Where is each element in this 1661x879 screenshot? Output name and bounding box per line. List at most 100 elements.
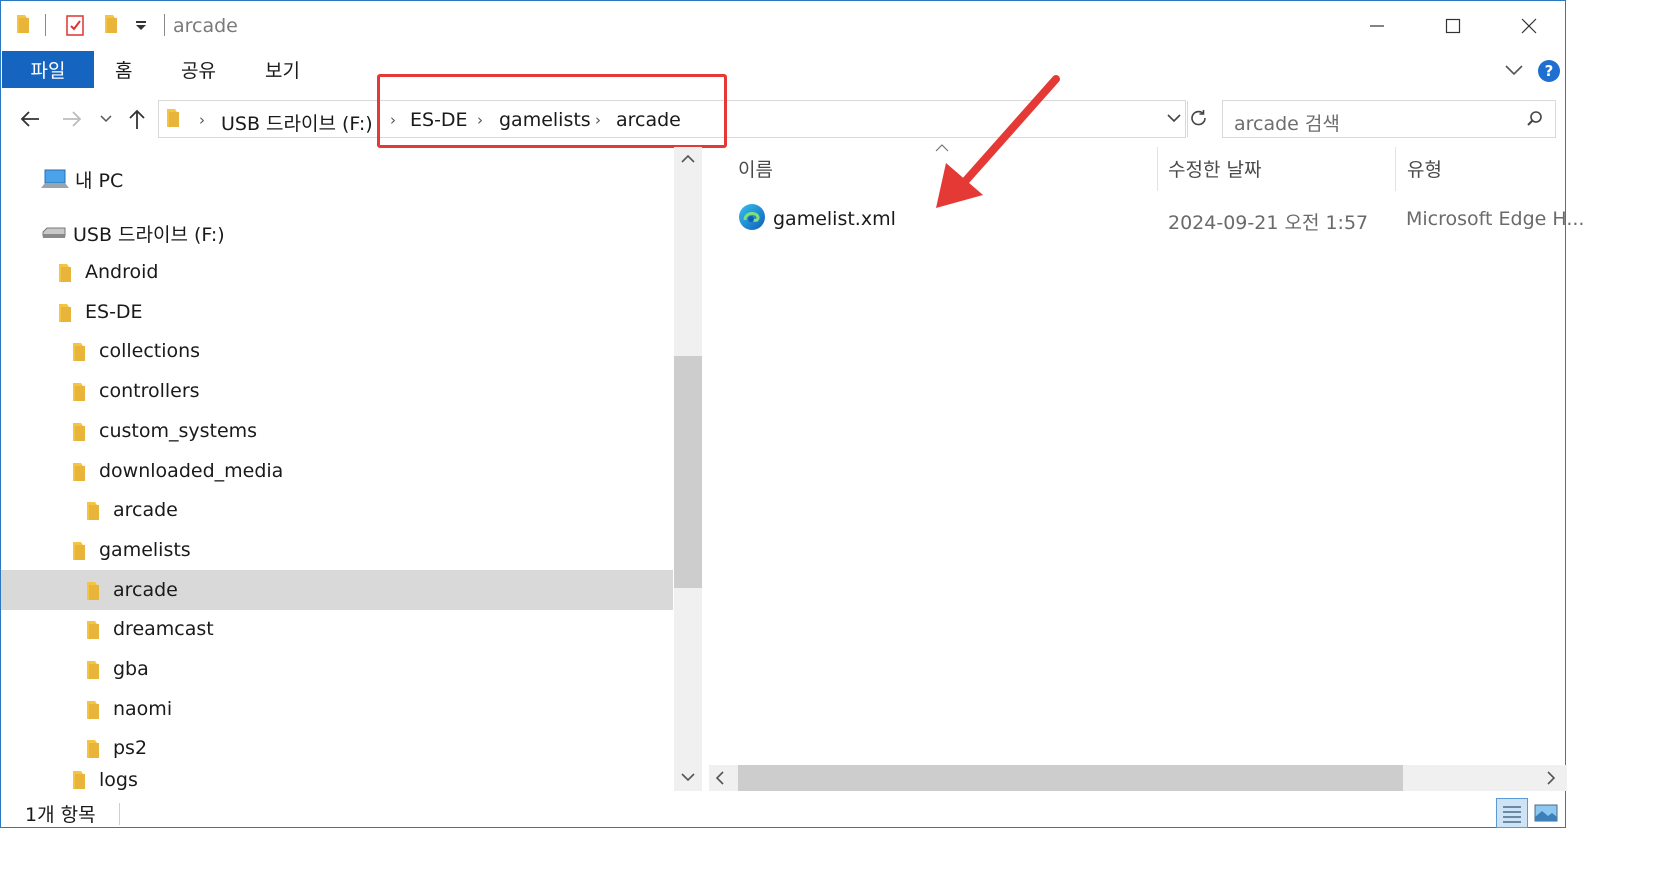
large-icons-view-button[interactable] xyxy=(1532,800,1560,826)
nav-label: ps2 xyxy=(113,737,148,759)
title-bar: arcade xyxy=(1,1,1567,51)
annotation-highlight-box xyxy=(377,74,727,148)
svg-text:?: ? xyxy=(1545,62,1554,80)
folder-icon xyxy=(73,342,85,361)
folder-icon xyxy=(87,660,99,679)
nav-label: 내 PC xyxy=(75,169,124,192)
nav-folder-arcade[interactable]: arcade xyxy=(1,490,673,530)
maximize-button[interactable] xyxy=(1415,1,1491,51)
nav-folder-logs[interactable]: logs xyxy=(1,768,673,791)
search-icon[interactable] xyxy=(1526,110,1544,128)
minimize-button[interactable] xyxy=(1339,1,1415,51)
folder-icon xyxy=(167,109,179,127)
nav-folder-gba[interactable]: gba xyxy=(1,649,673,689)
nav-label: naomi xyxy=(113,698,173,720)
column-divider[interactable] xyxy=(1395,147,1396,191)
nav-label: gba xyxy=(113,658,149,680)
chevron-left-icon[interactable] xyxy=(715,771,725,785)
large-icons-view-icon xyxy=(1534,804,1558,822)
customize-qat-icon[interactable] xyxy=(134,21,148,31)
nav-folder-collections[interactable]: collections xyxy=(1,331,673,371)
sort-ascending-icon xyxy=(935,144,949,152)
nav-folder-custom-systems[interactable]: custom_systems xyxy=(1,411,673,451)
usb-drive-icon xyxy=(42,227,66,238)
up-icon[interactable] xyxy=(127,108,147,130)
folder-icon xyxy=(59,263,71,282)
back-icon[interactable] xyxy=(19,109,41,129)
column-divider[interactable] xyxy=(1157,147,1158,191)
chevron-up-icon[interactable] xyxy=(681,154,695,164)
tab-home[interactable]: 홈 xyxy=(115,51,132,88)
file-date: 2024-09-21 오전 1:57 xyxy=(1168,212,1369,234)
tab-view[interactable]: 보기 xyxy=(265,51,300,88)
nav-folder-naomi[interactable]: naomi xyxy=(1,689,673,729)
tab-share[interactable]: 공유 xyxy=(181,51,216,88)
folder-icon xyxy=(73,771,85,789)
window-title: arcade xyxy=(173,15,238,37)
nav-folder-downloaded-media[interactable]: downloaded_media xyxy=(1,451,673,491)
column-header-type[interactable]: 유형 xyxy=(1407,155,1442,182)
nav-folder-dreamcast[interactable]: dreamcast xyxy=(1,609,673,649)
expand-ribbon-icon[interactable] xyxy=(1504,63,1524,77)
nav-label: arcade xyxy=(113,579,178,601)
divider xyxy=(1187,101,1188,137)
folder-icon xyxy=(87,581,99,600)
nav-label: dreamcast xyxy=(113,618,214,640)
nav-label: collections xyxy=(99,340,201,362)
address-dropdown-icon[interactable] xyxy=(1167,114,1181,124)
nav-folder-android[interactable]: Android xyxy=(1,252,673,292)
folder-icon xyxy=(17,15,29,33)
maximize-icon xyxy=(1445,18,1461,34)
new-folder-icon[interactable] xyxy=(103,13,119,35)
nav-scroll-thumb[interactable] xyxy=(674,356,702,588)
recent-locations-icon[interactable] xyxy=(100,115,112,123)
divider xyxy=(164,14,165,36)
search-placeholder: arcade 검색 xyxy=(1234,113,1340,135)
nav-folder-es-de[interactable]: ES-DE xyxy=(1,292,673,332)
close-button[interactable] xyxy=(1491,1,1567,51)
folder-icon xyxy=(87,620,99,639)
column-header-name[interactable]: 이름 xyxy=(738,155,773,182)
forward-icon[interactable] xyxy=(61,109,83,129)
nav-folder-ps2[interactable]: ps2 xyxy=(1,728,673,768)
nav-folder-gamelists[interactable]: gamelists xyxy=(1,530,673,570)
folder-icon xyxy=(87,739,99,758)
chevron-right-icon[interactable]: › xyxy=(199,111,205,129)
folder-icon xyxy=(73,541,85,560)
divider xyxy=(119,803,120,825)
nav-label: Android xyxy=(85,261,159,283)
file-type: Microsoft Edge H... xyxy=(1406,208,1585,230)
folder-icon xyxy=(73,422,85,441)
nav-folder-controllers[interactable]: controllers xyxy=(1,371,673,411)
nav-label: logs xyxy=(99,768,138,791)
list-scroll-thumb[interactable] xyxy=(738,765,1403,791)
nav-label: controllers xyxy=(99,380,200,402)
refresh-icon[interactable] xyxy=(1189,109,1209,129)
chevron-down-icon[interactable] xyxy=(681,772,695,782)
help-icon[interactable]: ? xyxy=(1537,59,1561,83)
folder-icon xyxy=(73,462,85,481)
folder-icon xyxy=(87,501,99,520)
nav-usb-drive[interactable]: USB 드라이브 (F:) xyxy=(41,213,673,253)
nav-label: downloaded_media xyxy=(99,460,284,482)
nav-this-pc[interactable]: 내 PC xyxy=(41,159,673,199)
properties-icon[interactable] xyxy=(65,13,87,37)
computer-icon xyxy=(41,169,69,188)
tab-file[interactable]: 파일 xyxy=(2,51,94,88)
file-name[interactable]: gamelist.xml xyxy=(773,208,896,230)
minimize-icon xyxy=(1370,25,1384,27)
nav-label: arcade xyxy=(113,499,178,521)
edge-icon xyxy=(739,204,765,230)
chevron-right-icon[interactable] xyxy=(1546,771,1556,785)
details-view-button[interactable] xyxy=(1496,798,1528,828)
breadcrumb-usb-drive[interactable]: USB 드라이브 (F:) xyxy=(221,109,373,136)
nav-folder-arcade[interactable]: arcade xyxy=(1,570,673,610)
folder-icon xyxy=(59,303,71,322)
column-header-date[interactable]: 수정한 날짜 xyxy=(1168,155,1261,182)
nav-label: USB 드라이브 (F:) xyxy=(73,223,225,246)
details-view-icon xyxy=(1503,806,1521,823)
divider xyxy=(45,14,46,36)
nav-label: custom_systems xyxy=(99,420,258,442)
close-icon xyxy=(1521,18,1537,34)
status-item-count: 1개 항목 xyxy=(25,804,96,826)
